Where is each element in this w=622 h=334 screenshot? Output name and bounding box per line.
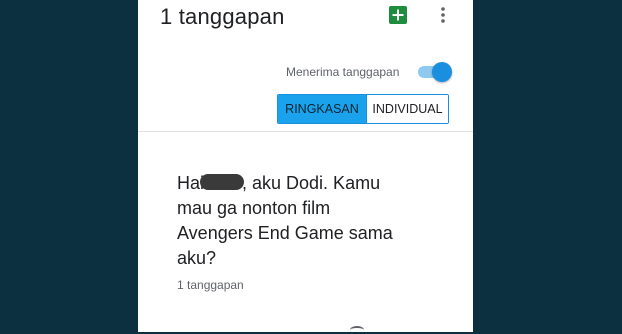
question-text: Hai, aku Dodi. Kamu mau ga nonton film A… — [177, 171, 402, 271]
sheets-icon[interactable] — [389, 6, 407, 24]
redacted-name — [200, 174, 245, 190]
divider — [138, 131, 473, 132]
view-tabs: RINGKASAN INDIVIDUAL — [277, 94, 449, 124]
responses-panel: 1 tanggapan Menerima tanggapan RINGKASAN… — [138, 0, 473, 332]
question-response-count: 1 tanggapan — [177, 278, 244, 292]
accept-responses-toggle[interactable] — [416, 62, 452, 82]
tab-summary[interactable]: RINGKASAN — [278, 95, 366, 123]
partial-icon — [350, 326, 364, 334]
accept-responses-label: Menerima tanggapan — [286, 65, 400, 79]
toggle-knob — [432, 62, 452, 82]
page-title: 1 tanggapan — [160, 4, 285, 29]
tab-individual[interactable]: INDIVIDUAL — [366, 95, 448, 123]
more-vert-icon[interactable] — [438, 6, 448, 26]
